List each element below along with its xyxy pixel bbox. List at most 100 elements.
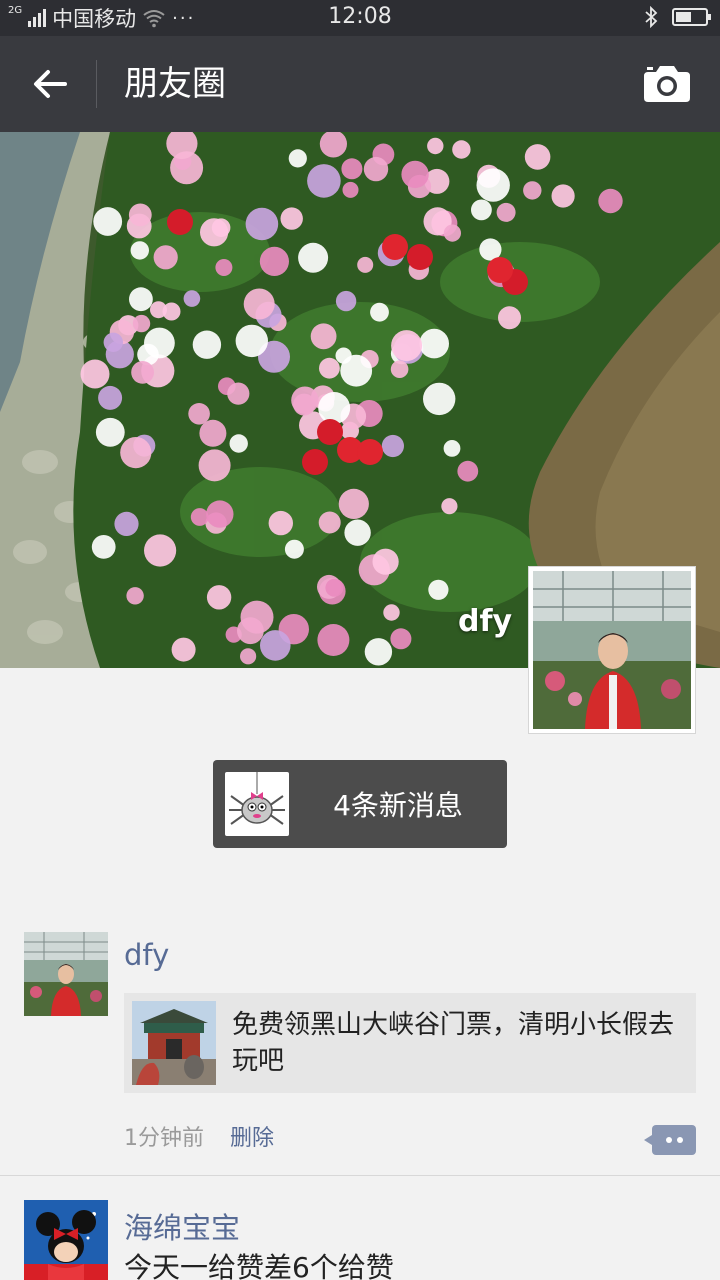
blossom (259, 246, 289, 276)
comment-dot-icon (676, 1137, 683, 1143)
blossom (523, 181, 542, 200)
blossom (260, 630, 291, 661)
blossom (183, 290, 201, 307)
blossom (98, 385, 123, 410)
blossom (91, 535, 116, 559)
status-time: 12:08 (328, 4, 392, 29)
blossom (342, 181, 359, 198)
blossom (307, 164, 341, 198)
blossom (268, 510, 293, 536)
blossom (131, 361, 155, 384)
red-blossom (317, 419, 343, 445)
blossom (215, 259, 233, 276)
post-timestamp: 1分钟前 (124, 1126, 204, 1151)
profile-avatar[interactable] (528, 566, 696, 734)
blossom (496, 202, 516, 222)
nav-divider (96, 60, 97, 108)
link-thumbnail (132, 1001, 216, 1085)
blossom (341, 158, 363, 180)
blossom (390, 628, 412, 650)
blossom (129, 287, 153, 312)
new-messages-label: 4条新消息 (333, 789, 463, 822)
blossom (199, 419, 227, 447)
blossom (443, 224, 461, 242)
blossom (192, 330, 222, 359)
blossom (340, 354, 373, 387)
blossom (335, 290, 357, 312)
blossom (498, 306, 521, 330)
blossom (318, 392, 351, 424)
battery-icon (672, 8, 711, 26)
blossom (423, 382, 456, 416)
comment-button[interactable] (644, 1125, 696, 1155)
blossom (144, 534, 177, 567)
blossom (428, 579, 449, 600)
blossom (171, 637, 196, 662)
status-bar: 2G 中国移动 ··· 12:08 (0, 0, 720, 36)
back-button[interactable] (26, 62, 74, 106)
blossom (372, 548, 399, 575)
blossom (390, 360, 409, 378)
blossom (551, 184, 575, 208)
post-author-avatar[interactable] (24, 1200, 108, 1280)
shared-link-card[interactable]: 免费领黑山大峡谷门票，清明小长假去玩吧 (124, 993, 696, 1093)
arrow-left-icon (34, 70, 67, 98)
blossom (391, 330, 423, 362)
blossom (325, 578, 344, 597)
blossom (227, 382, 250, 405)
bluetooth-icon (645, 6, 658, 28)
blossom (126, 587, 144, 605)
status-right (644, 6, 711, 28)
blossom (103, 332, 124, 352)
blossom (206, 585, 232, 610)
new-messages-button[interactable]: 4条新消息 (213, 760, 507, 848)
blossom (162, 302, 181, 321)
blossom (471, 199, 492, 221)
blossom (319, 357, 340, 379)
blossom (457, 460, 479, 482)
blossom (338, 488, 369, 519)
blossom (130, 241, 149, 260)
blossom (598, 188, 623, 214)
post-author-name[interactable]: dfy (124, 938, 169, 972)
gate-photo (132, 1001, 216, 1085)
blossom (383, 604, 400, 621)
red-blossom (357, 439, 383, 465)
blossom (364, 638, 393, 666)
blossom (240, 648, 257, 665)
blossom (401, 160, 429, 189)
link-title: 免费领黑山大峡谷门票，清明小长假去玩吧 (232, 1010, 675, 1076)
blossom (288, 149, 307, 168)
blossom (344, 519, 371, 546)
blossom (206, 500, 234, 528)
blossom (318, 511, 341, 534)
blossom (524, 144, 551, 170)
blossom (198, 449, 231, 482)
blossom (132, 314, 151, 333)
blossom (235, 324, 268, 358)
nav-bar: 朋友圈 (0, 36, 720, 132)
blossom (443, 440, 461, 457)
blossom (363, 156, 389, 182)
blossom (370, 302, 389, 322)
red-blossom (382, 234, 408, 260)
blossom (427, 137, 444, 155)
camera-button[interactable] (642, 64, 692, 104)
blossom (298, 242, 329, 273)
blossom (245, 207, 279, 241)
red-blossom (167, 209, 193, 235)
delete-post-link[interactable]: 删除 (230, 1120, 274, 1152)
blossom (280, 207, 303, 230)
blossom (291, 386, 319, 414)
blossom (317, 624, 350, 656)
child-avatar-photo (24, 932, 108, 1016)
post-author-name[interactable]: 海绵宝宝 (124, 1205, 240, 1247)
blossom (80, 359, 110, 389)
blossom (95, 417, 125, 447)
blossom (452, 140, 471, 159)
blossom (310, 323, 337, 350)
battery-level (676, 12, 692, 22)
page-title: 朋友圈 (124, 64, 226, 104)
comment-dot-icon (665, 1137, 672, 1143)
post-author-avatar[interactable] (24, 932, 108, 1016)
